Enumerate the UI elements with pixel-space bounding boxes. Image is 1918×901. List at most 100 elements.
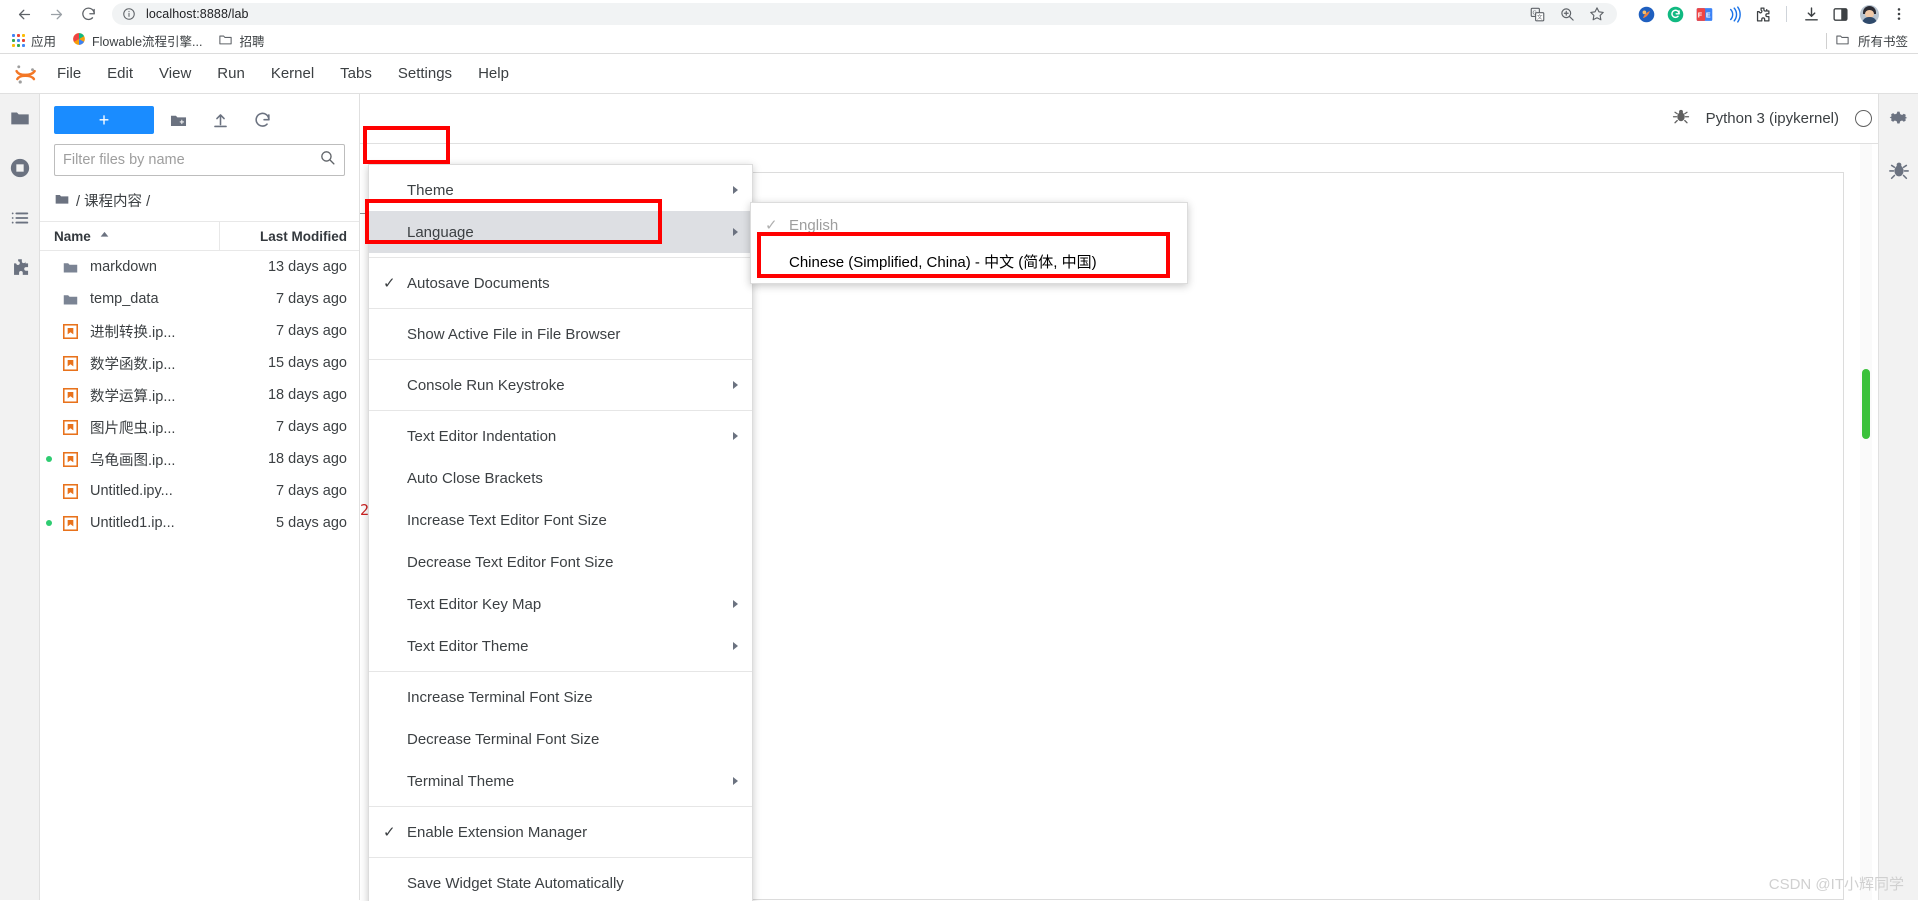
menu-edit[interactable]: Edit: [94, 59, 146, 88]
settings-menu-item[interactable]: Increase Terminal Font Size: [369, 676, 752, 718]
settings-menu-item[interactable]: Decrease Terminal Font Size: [369, 718, 752, 760]
address-bar-url: localhost:8888/lab: [146, 7, 249, 21]
settings-menu-item[interactable]: Text Editor Theme: [369, 625, 752, 667]
side-panel-icon[interactable]: [1831, 5, 1849, 23]
submenu-arrow-icon: [733, 642, 738, 650]
zoom-icon[interactable]: [1559, 6, 1575, 22]
omnibox-actions: G文: [1529, 6, 1609, 22]
settings-gear-icon[interactable]: [1887, 106, 1911, 130]
notebook-icon: [56, 515, 84, 532]
settings-menu-item[interactable]: Language: [369, 211, 752, 253]
settings-menu-item[interactable]: Theme: [369, 169, 752, 211]
column-header-modified[interactable]: Last Modified: [219, 222, 359, 250]
extensions-icon[interactable]: [8, 256, 32, 280]
breadcrumb[interactable]: / 课程内容 /: [40, 184, 359, 221]
search-icon[interactable]: [319, 149, 336, 171]
puzzle-ext-icon[interactable]: [1753, 5, 1771, 23]
file-list-item[interactable]: Untitled.ipy... 7 days ago: [40, 475, 359, 507]
sync-ext-icon[interactable]: [1666, 5, 1684, 23]
menu-file[interactable]: File: [44, 59, 94, 88]
address-bar[interactable]: localhost:8888/lab G文: [112, 3, 1617, 25]
svg-text:F: F: [1697, 11, 1702, 19]
submenu-arrow-icon: [733, 777, 738, 785]
menu-run[interactable]: Run: [204, 59, 258, 88]
file-browser-icon[interactable]: [8, 106, 32, 130]
notebook-icon: [56, 387, 84, 404]
kernel-name-label[interactable]: Python 3 (ipykernel): [1706, 110, 1839, 127]
file-list-item[interactable]: markdown 13 days ago: [40, 251, 359, 283]
menu-item-label: Auto Close Brackets: [407, 469, 543, 487]
settings-menu-item[interactable]: ✓ Enable Extension Manager: [369, 811, 752, 853]
language-submenu[interactable]: ✓ English Chinese (Simplified, China) - 中文…: [750, 202, 1188, 284]
bookmark-folder-zhaopin[interactable]: 招聘: [210, 30, 272, 52]
new-launcher-button[interactable]: +: [54, 106, 154, 134]
back-arrow-icon[interactable]: [10, 0, 38, 28]
settings-dropdown-menu[interactable]: Theme Language ✓ Autosave Documents Show Act…: [368, 164, 753, 901]
jupyter-logo: [8, 59, 44, 89]
menu-view[interactable]: View: [146, 59, 204, 88]
new-folder-icon[interactable]: [160, 106, 196, 134]
notebook-icon: [56, 451, 84, 468]
translate-icon[interactable]: G文: [1529, 6, 1545, 22]
settings-menu-item[interactable]: Decrease Text Editor Font Size: [369, 541, 752, 583]
info-circle-icon[interactable]: [120, 5, 138, 23]
settings-menu-item[interactable]: Text Editor Indentation: [369, 415, 752, 457]
menu-help[interactable]: Help: [465, 59, 522, 88]
settings-menu-item[interactable]: Console Run Keystroke: [369, 364, 752, 406]
all-bookmarks-folder-icon[interactable]: [1835, 32, 1850, 50]
settings-menu-item[interactable]: Show Active File in File Browser: [369, 313, 752, 355]
running-terminals-icon[interactable]: [8, 156, 32, 180]
notebook-scrollbar[interactable]: [1860, 144, 1872, 900]
menu-item-label: Increase Text Editor Font Size: [407, 511, 607, 529]
settings-menu-item[interactable]: Text Editor Key Map: [369, 583, 752, 625]
notebook-toolbar: Python 3 (ipykernel): [360, 94, 1918, 144]
settings-menu-item[interactable]: Terminal Theme: [369, 760, 752, 802]
settings-menu-item[interactable]: Save Widget State Automatically: [369, 862, 752, 901]
file-modified: 7 days ago: [276, 483, 347, 499]
bookmarks-divider: [1825, 32, 1827, 49]
settings-menu-item[interactable]: ✓ Autosave Documents: [369, 262, 752, 304]
upload-icon[interactable]: [202, 106, 238, 134]
settings-menu-item[interactable]: Increase Text Editor Font Size: [369, 499, 752, 541]
profile-ext-icon[interactable]: [1637, 5, 1655, 23]
more-menu-icon[interactable]: [1890, 5, 1908, 23]
menu-separator: [369, 806, 752, 807]
file-list-item[interactable]: 图片爬虫.ip... 7 days ago: [40, 411, 359, 443]
bookmark-apps[interactable]: 应用: [10, 30, 64, 52]
profile-avatar[interactable]: [1860, 4, 1879, 24]
reload-icon[interactable]: [74, 0, 102, 28]
language-menu-item[interactable]: Chinese (Simplified, China) - 中文 (简体, 中国…: [751, 243, 1187, 279]
debugger-icon[interactable]: [1887, 158, 1911, 182]
menu-kernel[interactable]: Kernel: [258, 59, 327, 88]
column-header-name[interactable]: Name: [40, 229, 219, 244]
file-list-header: Name Last Modified: [40, 221, 359, 251]
all-bookmarks-label[interactable]: 所有书签: [1858, 31, 1908, 50]
file-name: temp_data: [90, 291, 159, 307]
refresh-icon[interactable]: [244, 106, 280, 134]
bookmark-flowable[interactable]: Flowable流程引擎...: [64, 30, 210, 52]
browser-toolbar: localhost:8888/lab G文 FE: [0, 0, 1918, 28]
file-list-item[interactable]: Untitled1.ip... 5 days ago: [40, 507, 359, 539]
menu-settings[interactable]: Settings: [384, 59, 466, 88]
file-filter-box[interactable]: [54, 144, 345, 176]
fe-ext-icon[interactable]: FE: [1695, 5, 1713, 23]
cast-ext-icon[interactable]: [1724, 5, 1742, 23]
file-list-item[interactable]: 数学函数.ip... 15 days ago: [40, 347, 359, 379]
search-input[interactable]: [63, 152, 319, 168]
debugger-bug-icon[interactable]: [1672, 107, 1690, 130]
kernel-status-indicator[interactable]: [1855, 110, 1872, 127]
commands-icon[interactable]: [8, 206, 32, 230]
forward-arrow-icon[interactable]: [42, 0, 70, 28]
bookmark-star-icon[interactable]: [1589, 6, 1605, 22]
right-sidebar-rail: [1878, 94, 1918, 900]
language-menu-item[interactable]: ✓ English: [751, 207, 1187, 243]
settings-menu-item[interactable]: Auto Close Brackets: [369, 457, 752, 499]
menu-tabs[interactable]: Tabs: [327, 59, 385, 88]
download-icon[interactable]: [1802, 5, 1820, 23]
file-list-item[interactable]: 乌龟画图.ip... 18 days ago: [40, 443, 359, 475]
scrollbar-thumb[interactable]: [1862, 369, 1870, 439]
file-list-item[interactable]: 进制转换.ip... 7 days ago: [40, 315, 359, 347]
file-list-item[interactable]: 数学运算.ip... 18 days ago: [40, 379, 359, 411]
file-list-item[interactable]: temp_data 7 days ago: [40, 283, 359, 315]
file-name: Untitled1.ip...: [90, 515, 175, 531]
